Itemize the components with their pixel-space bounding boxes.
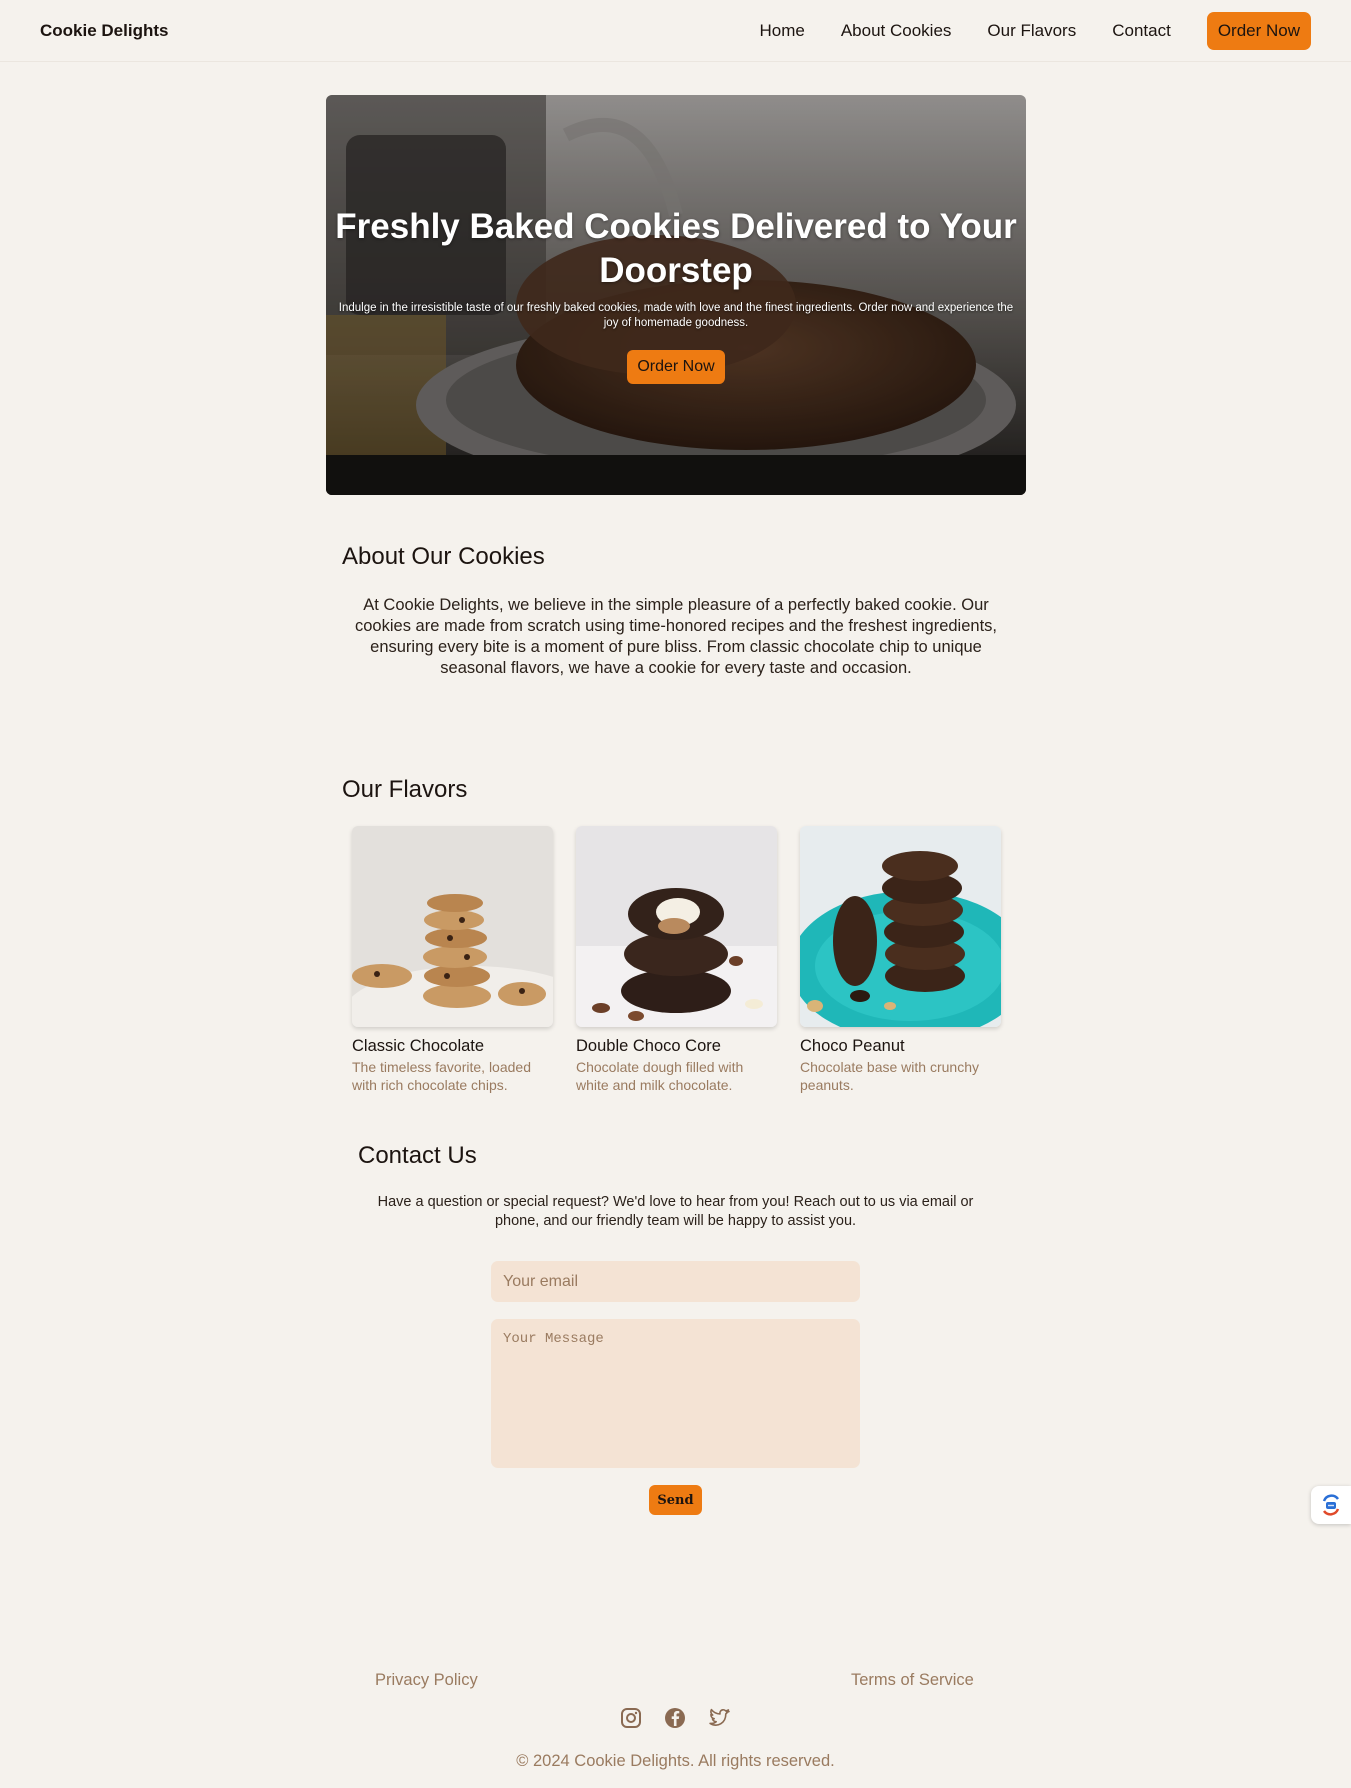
site-header: Cookie Delights Home About Cookies Our F… [0, 0, 1351, 62]
flavor-card[interactable]: Choco Peanut Chocolate base with crunchy… [800, 826, 1001, 1094]
email-field[interactable] [491, 1261, 860, 1302]
message-field[interactable] [491, 1319, 860, 1468]
flavor-description: Chocolate base with crunchy peanuts. [800, 1059, 979, 1093]
facebook-icon[interactable] [663, 1706, 687, 1730]
nav-our-flavors[interactable]: Our Flavors [987, 21, 1076, 41]
classic-chocolate-image [352, 826, 553, 1027]
choco-peanut-image [800, 826, 1001, 1027]
flavor-name: Choco Peanut [800, 1037, 905, 1055]
copyright: © 2024 Cookie Delights. All rights reser… [516, 1752, 835, 1770]
chat-icon [1322, 1494, 1340, 1516]
terms-of-service-link[interactable]: Terms of Service [851, 1671, 974, 1690]
about-text: At Cookie Delights, we believe in the si… [355, 596, 997, 677]
about-heading: About Our Cookies [342, 543, 545, 570]
privacy-policy-link[interactable]: Privacy Policy [375, 1671, 478, 1690]
brand-logo[interactable]: Cookie Delights [40, 21, 168, 41]
hero-subtitle: Indulge in the irresistible taste of our… [338, 302, 1014, 329]
nav-about-cookies[interactable]: About Cookies [841, 21, 952, 41]
twitter-icon[interactable] [707, 1706, 731, 1730]
flavors-grid: Classic Chocolate The timeless favorite,… [352, 826, 1001, 1094]
flavor-description: Chocolate dough filled with white and mi… [576, 1059, 744, 1093]
main-nav: Home About Cookies Our Flavors Contact O… [723, 11, 1311, 50]
contact-text: Have a question or special request? We'd… [377, 1194, 974, 1229]
send-button[interactable]: Send [649, 1485, 702, 1515]
flavor-description: The timeless favorite, loaded with rich … [352, 1059, 531, 1093]
contact-heading: Contact Us [358, 1142, 477, 1169]
flavor-name: Classic Chocolate [352, 1037, 485, 1055]
flavor-name: Double Choco Core [576, 1037, 721, 1055]
flavor-card[interactable]: Classic Chocolate The timeless favorite,… [352, 826, 553, 1094]
nav-contact[interactable]: Contact [1112, 21, 1171, 41]
social-links [619, 1706, 751, 1730]
hero-title: Freshly Baked Cookies Delivered to Your … [335, 207, 1017, 290]
hero-content: Freshly Baked Cookies Delivered to Your … [326, 95, 1026, 495]
nav-home[interactable]: Home [759, 21, 804, 41]
flavors-heading: Our Flavors [342, 776, 468, 803]
hero-order-now-button[interactable]: Order Now [627, 350, 725, 384]
hero-banner: Freshly Baked Cookies Delivered to Your … [326, 95, 1026, 495]
flavor-card[interactable]: Double Choco Core Chocolate dough filled… [576, 826, 777, 1094]
instagram-icon[interactable] [619, 1706, 643, 1730]
chat-widget-button[interactable] [1311, 1486, 1351, 1524]
double-choco-core-image [576, 826, 777, 1027]
header-order-now-button[interactable]: Order Now [1206, 11, 1311, 50]
